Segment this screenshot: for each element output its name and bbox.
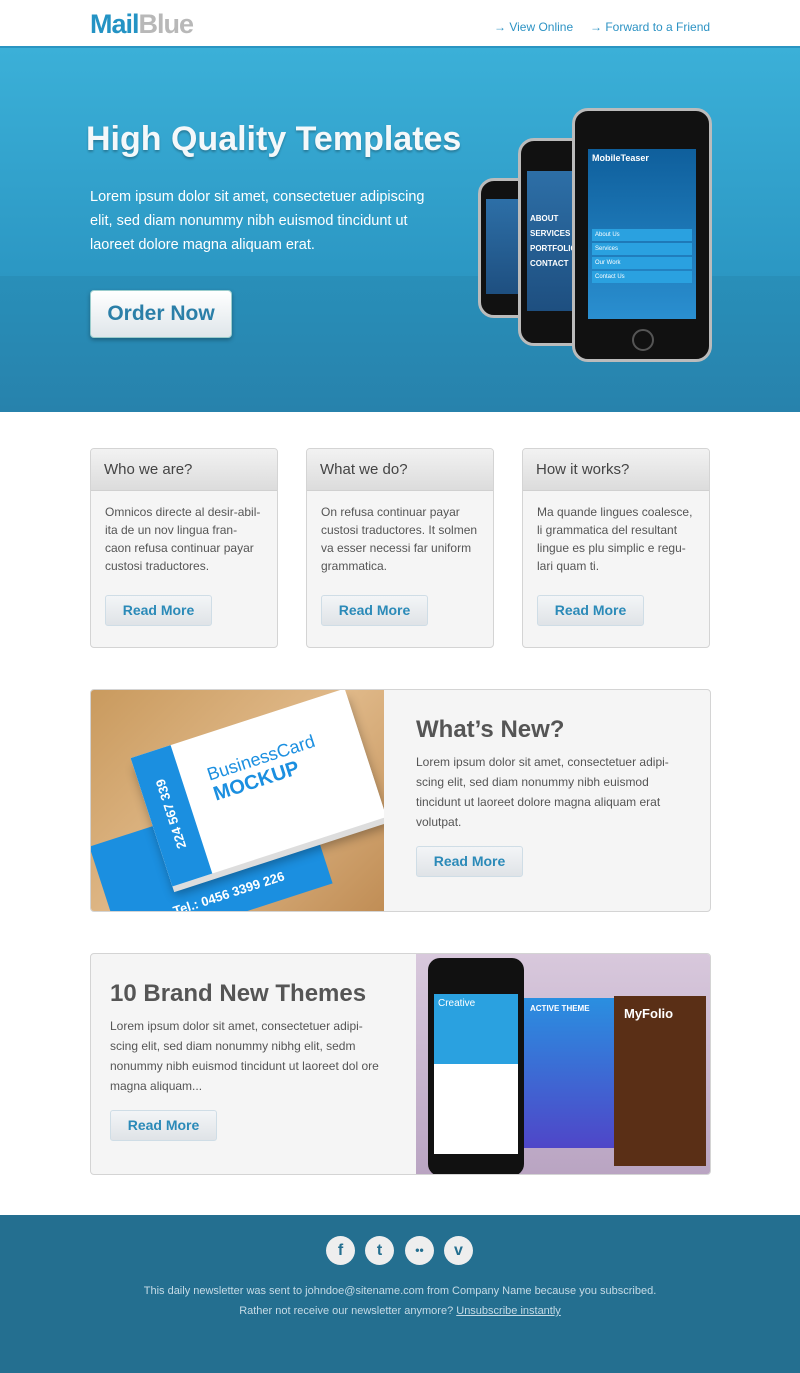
feature-title: How it works? [523,449,709,491]
footer-unsubscribe-line: Rather not receive our newsletter anymor… [239,1305,561,1317]
twitter-icon[interactable]: t [365,1236,394,1265]
flickr-icon[interactable]: •• [405,1236,434,1265]
logo[interactable]: MailBlue [90,9,194,40]
arrow-right-icon: → [494,20,510,34]
business-card-image: Tel.: 0456 3399 226 224 567 339 Business… [91,690,384,911]
vimeo-icon[interactable]: v [444,1236,473,1265]
read-more-button[interactable]: Read More [537,595,644,626]
forward-friend-link[interactable]: → Forward to a Friend [590,20,710,34]
order-now-button[interactable]: Order Now [90,290,232,338]
feature-box: Who we are? Omnicos directe al desir-abil… [90,448,278,648]
feature-box: How it works? Ma quande lingues coalesce,… [522,448,710,648]
feature-text: Ma quande lingues coalesce, li grammatic… [537,505,693,573]
feature-text: Omnicos directe al desir-abil-ita de un … [105,505,261,573]
hero-text: Lorem ipsum dolor sit amet, consectetuer… [90,189,425,253]
whats-new-text: Lorem ipsum dolor sit amet, consectetuer… [416,755,669,829]
themes-image: Creative ACTIVE THEME MyFolio [416,954,710,1174]
feature-box: What we do? On refusa continuar payar cus… [306,448,494,648]
footer-notice: This daily newsletter was sent to johndo… [143,1285,657,1297]
unsubscribe-link[interactable]: Unsubscribe instantly [456,1305,561,1317]
whats-new-panel: Tel.: 0456 3399 226 224 567 339 Business… [90,689,711,912]
read-more-button[interactable]: Read More [416,846,523,877]
feature-title: Who we are? [91,449,277,491]
themes-text: Lorem ipsum dolor sit amet, consectetuer… [110,1019,379,1093]
arrow-right-icon: → [590,20,606,34]
read-more-button[interactable]: Read More [321,595,428,626]
feature-text: On refusa continuar payar custosi traduc… [321,505,478,573]
themes-panel: 10 Brand New Themes Lorem ipsum dolor si… [90,953,711,1175]
feature-title: What we do? [307,449,493,491]
phones-image: ABOUT SERVICES PORTFOLIO CONTACT MobileTeas… [478,108,713,368]
hero-title: High Quality Templates [86,120,462,158]
home-button-icon [632,329,654,351]
read-more-button[interactable]: Read More [110,1110,217,1141]
themes-title: 10 Brand New Themes [110,980,367,1007]
facebook-icon[interactable]: f [326,1236,355,1265]
read-more-button[interactable]: Read More [105,595,212,626]
view-online-link[interactable]: → View Online [494,20,573,34]
whats-new-title: What’s New? [416,716,565,743]
